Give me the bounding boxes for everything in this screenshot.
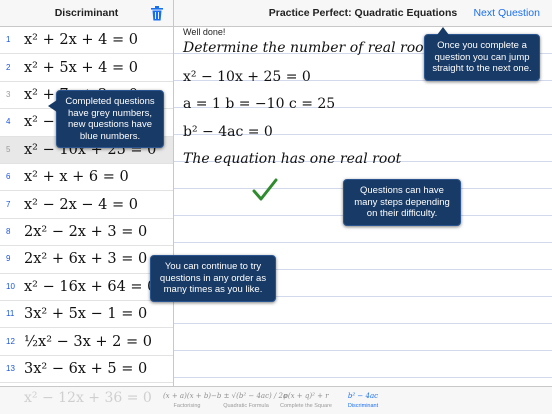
question-row[interactable]: 13 3x² − 6x + 5 = 0 xyxy=(0,356,173,384)
question-number: 13 xyxy=(6,364,15,374)
tab-discriminant[interactable]: b² − 4ac Discriminant xyxy=(328,387,398,414)
tooltip-many-steps: Questions can have many steps depending … xyxy=(343,179,461,226)
question-number: 5 xyxy=(6,144,11,154)
question-row[interactable]: 1 x² + 2x + 4 = 0 xyxy=(0,27,173,55)
question-row[interactable]: 7 x² − 2x − 4 = 0 xyxy=(0,191,173,219)
top-bar: Discriminant Practice Perfect: Quadratic… xyxy=(0,0,552,27)
question-equation: 2x² − 2x + 3 = 0 xyxy=(24,223,148,240)
question-number: 9 xyxy=(6,254,11,264)
question-number: 4 xyxy=(6,117,11,127)
question-equation: x² − 2x − 4 = 0 xyxy=(24,196,138,213)
question-number: 10 xyxy=(6,281,15,291)
tooltip-any-order: You can continue to try questions in any… xyxy=(150,255,276,302)
question-number: 3 xyxy=(6,90,11,100)
question-number: 7 xyxy=(6,199,11,209)
question-row[interactable]: 12 ½x² − 3x + 2 = 0 xyxy=(0,328,173,356)
tooltip-next-jump: Once you complete a question you can jum… xyxy=(424,27,540,81)
next-question-button[interactable]: Next Question xyxy=(473,0,540,27)
question-number: 8 xyxy=(6,227,11,237)
work-line: Determine the number of real roots xyxy=(183,40,437,56)
discriminant-icon: b² − 4ac xyxy=(347,392,379,400)
question-number: 6 xyxy=(6,172,11,182)
question-row[interactable]: 2 x² + 5x + 4 = 0 xyxy=(0,54,173,82)
question-number: 12 xyxy=(6,336,15,346)
work-line: a = 1 b = −10 c = 25 xyxy=(183,96,336,112)
question-number: 2 xyxy=(6,62,11,72)
list-overflow-fade: x² − 12x + 36 = 0 xyxy=(0,387,173,414)
status-message: Well done! xyxy=(181,27,228,37)
list-title: Discriminant xyxy=(54,7,119,19)
work-line: b² − 4ac = 0 xyxy=(183,124,273,140)
tab-bar: x² − 12x + 36 = 0 (x + a)(x + b) Factori… xyxy=(0,386,552,414)
tooltip-completed-colors: Completed questions have grey numbers, n… xyxy=(48,90,164,148)
question-equation: 3x² + 5x − 1 = 0 xyxy=(24,306,148,323)
tab-label: Discriminant xyxy=(347,403,379,409)
work-line: x² − 10x + 25 = 0 xyxy=(183,69,311,85)
work-line: The equation has one real root xyxy=(183,151,402,167)
question-equation: 3x² − 6x + 5 = 0 xyxy=(24,360,148,377)
question-equation: 2x² + 6x + 3 = 0 xyxy=(24,251,148,268)
question-number: 1 xyxy=(6,35,11,45)
question-equation: x² + x + 6 = 0 xyxy=(24,169,129,186)
question-list[interactable]: 1 x² + 2x + 4 = 0 2 x² + 5x + 4 = 0 3 x²… xyxy=(0,27,173,386)
partial-question-equation: x² − 12x + 36 = 0 xyxy=(24,390,152,406)
question-equation: x² + 5x + 4 = 0 xyxy=(24,59,138,76)
trash-icon[interactable] xyxy=(150,6,164,21)
question-number: 11 xyxy=(6,309,15,319)
question-equation: x² − 16x + 64 = 0 xyxy=(24,278,157,295)
question-equation: ½x² − 3x + 2 = 0 xyxy=(24,333,153,350)
question-row[interactable]: 9 2x² + 6x + 3 = 0 xyxy=(0,246,173,274)
question-row[interactable]: 11 3x² + 5x − 1 = 0 xyxy=(0,301,173,329)
question-row[interactable]: 10 x² − 16x + 64 = 0 xyxy=(0,274,173,301)
checkmark-icon xyxy=(252,178,278,201)
question-equation: x² + 2x + 4 = 0 xyxy=(24,32,138,49)
question-row[interactable]: 6 x² + x + 6 = 0 xyxy=(0,164,173,192)
question-row[interactable]: 8 2x² − 2x + 3 = 0 xyxy=(0,219,173,247)
